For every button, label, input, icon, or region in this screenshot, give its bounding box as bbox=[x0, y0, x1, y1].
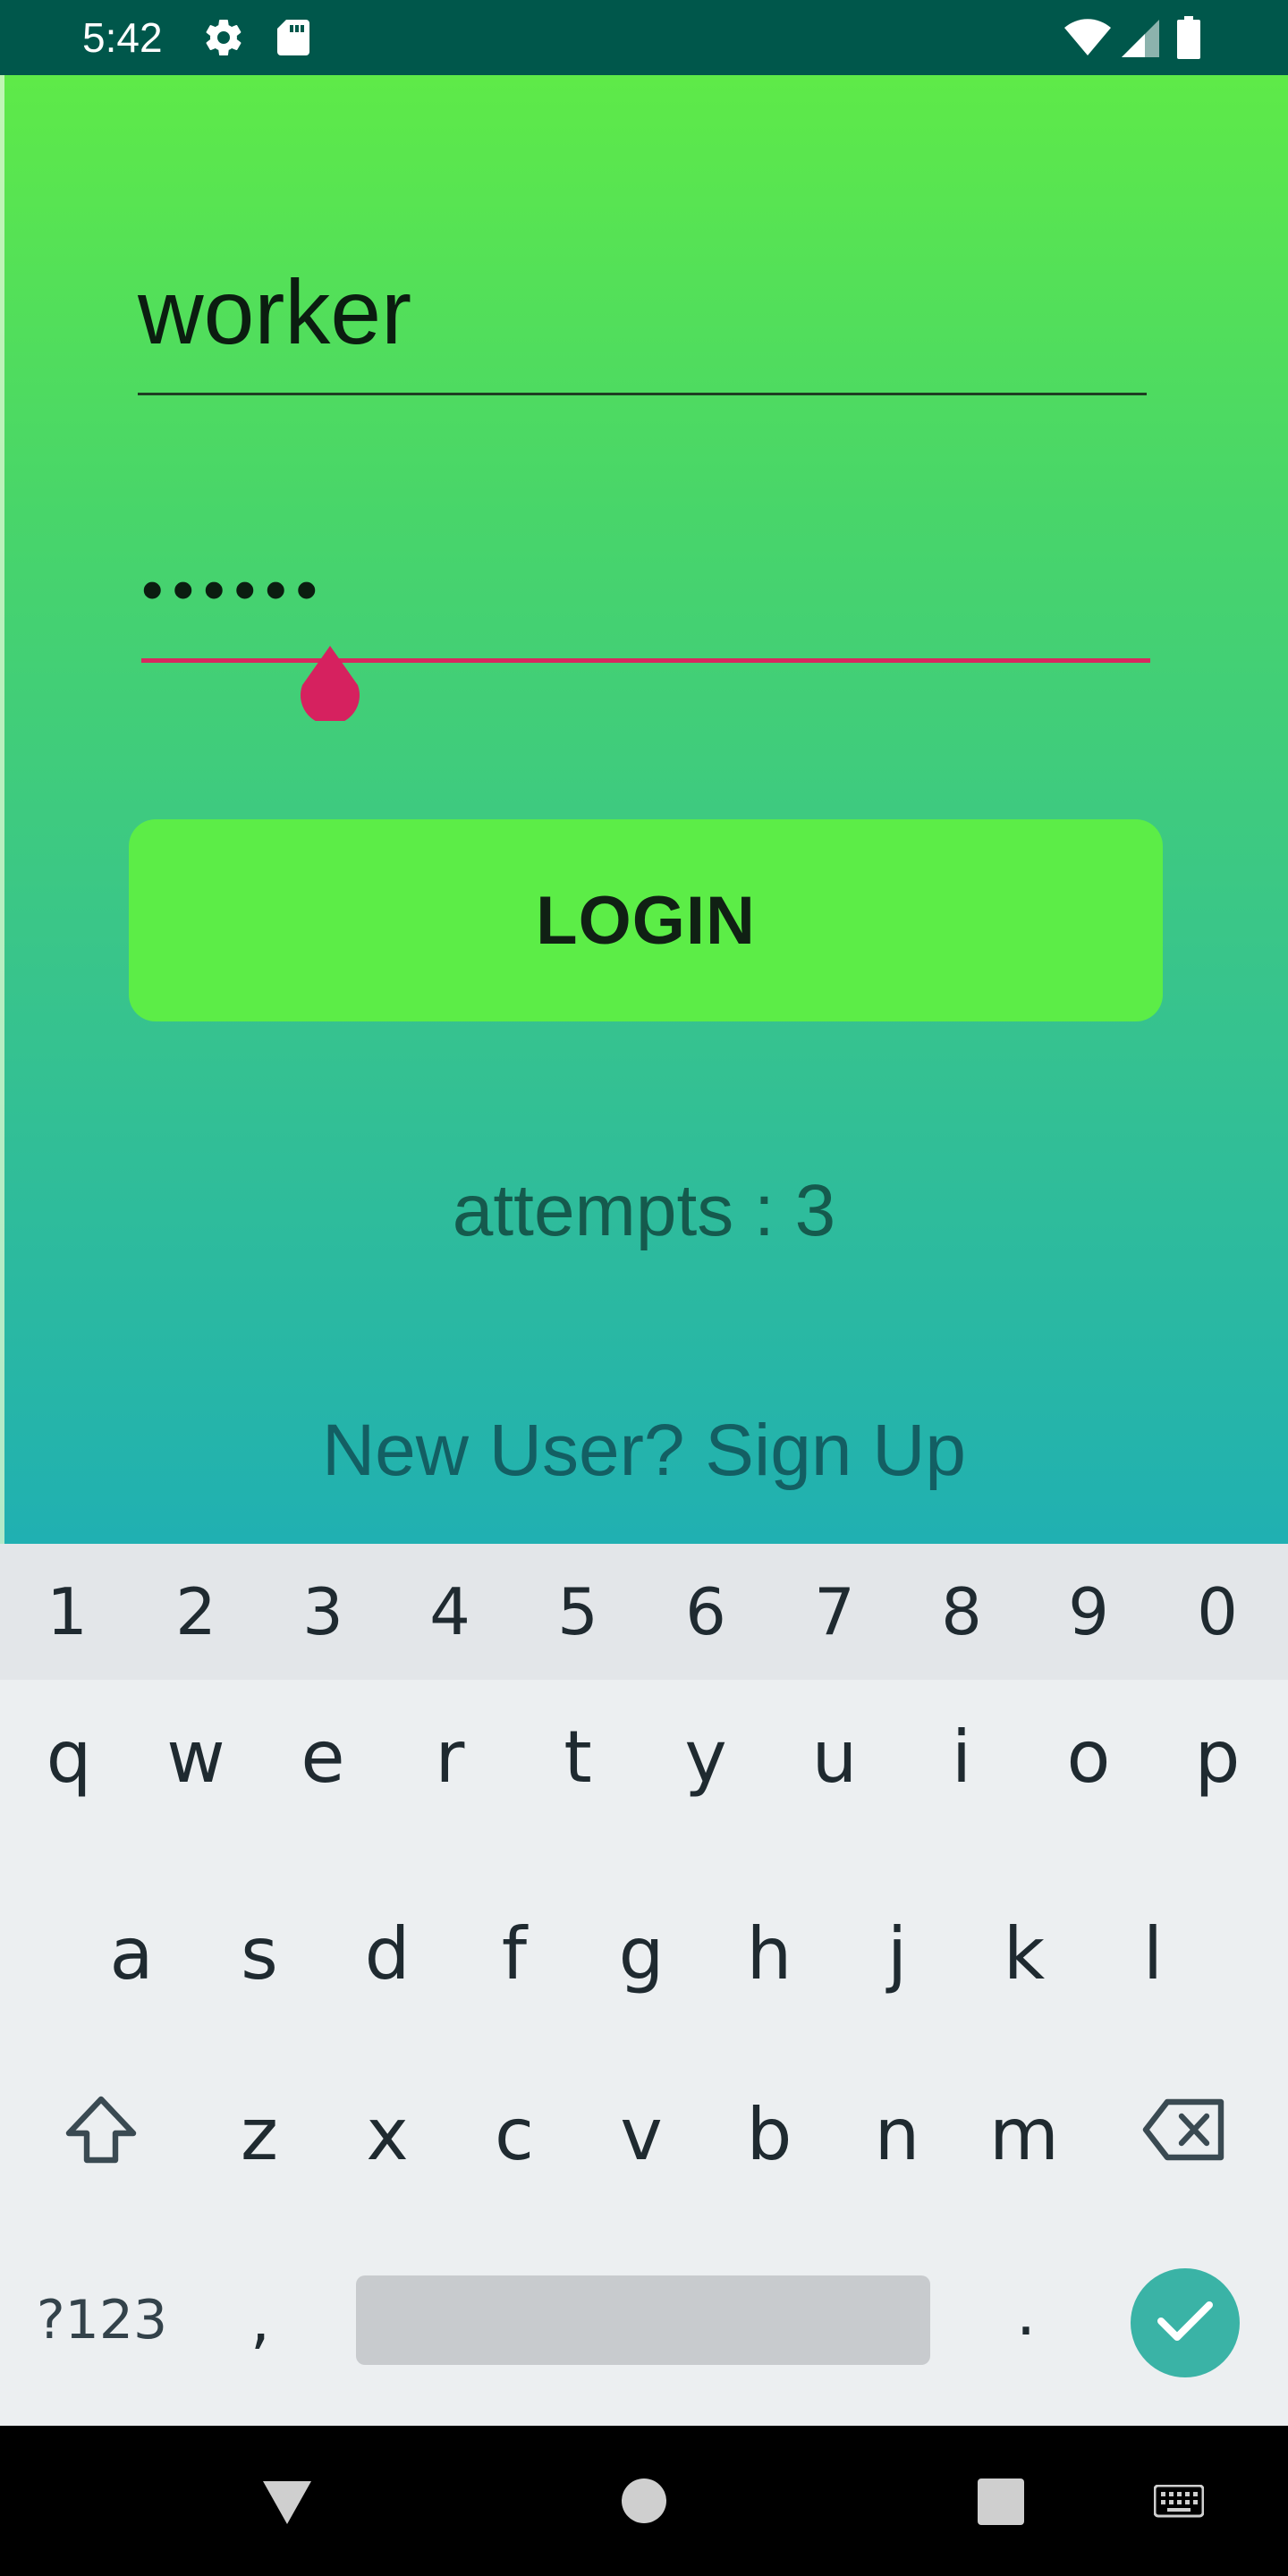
sd-card-icon bbox=[274, 16, 313, 64]
key-2[interactable]: 2 bbox=[132, 1544, 259, 1680]
key-p[interactable]: p bbox=[1154, 1667, 1281, 1846]
key-b[interactable]: b bbox=[706, 2045, 833, 2224]
wifi-icon bbox=[1063, 16, 1113, 64]
key-t[interactable]: t bbox=[514, 1667, 641, 1846]
key-e[interactable]: e bbox=[259, 1667, 386, 1846]
key-n[interactable]: n bbox=[834, 2045, 961, 2224]
password-underline bbox=[141, 658, 1150, 663]
shift-icon bbox=[64, 2094, 139, 2182]
battery-icon bbox=[1175, 16, 1202, 64]
key-k[interactable]: k bbox=[961, 1864, 1088, 2043]
back-icon[interactable] bbox=[261, 2479, 313, 2530]
key-s[interactable]: s bbox=[196, 1864, 323, 2043]
status-bar: 5:42 bbox=[0, 0, 1288, 75]
shift-key[interactable] bbox=[38, 2048, 165, 2227]
key-g[interactable]: g bbox=[578, 1864, 705, 2043]
attempts-counter: attempts : 3 bbox=[452, 1170, 836, 1251]
key-x[interactable]: x bbox=[324, 2045, 451, 2224]
letter-row-3: z x c v b n m bbox=[0, 2041, 1288, 2220]
key-h[interactable]: h bbox=[706, 1864, 833, 2043]
key-f[interactable]: f bbox=[451, 1864, 578, 2043]
done-key[interactable] bbox=[1131, 2268, 1240, 2377]
keyboard-icon[interactable] bbox=[1153, 2484, 1205, 2525]
key-v[interactable]: v bbox=[578, 2045, 705, 2224]
backspace-key[interactable] bbox=[1122, 2048, 1249, 2227]
backspace-icon bbox=[1142, 2097, 1228, 2180]
text-cursor-handle[interactable] bbox=[299, 646, 361, 725]
username-field[interactable]: worker bbox=[138, 227, 1147, 397]
key-r[interactable]: r bbox=[386, 1667, 513, 1846]
number-row: 1 2 3 4 5 6 7 8 9 0 bbox=[0, 1544, 1288, 1680]
username-underline bbox=[138, 393, 1147, 395]
navigation-bar bbox=[0, 2426, 1288, 2576]
signal-icon bbox=[1120, 16, 1161, 64]
letter-row-1: q w e r t y u i o p bbox=[0, 1680, 1288, 1859]
key-9[interactable]: 9 bbox=[1025, 1544, 1152, 1680]
login-screen: worker •••••• LOGIN attempts : 3 New Use… bbox=[0, 75, 1288, 1544]
window-edge bbox=[0, 75, 4, 1544]
key-w[interactable]: w bbox=[132, 1667, 259, 1846]
key-5[interactable]: 5 bbox=[514, 1544, 641, 1680]
key-z[interactable]: z bbox=[196, 2045, 323, 2224]
key-0[interactable]: 0 bbox=[1154, 1544, 1281, 1680]
key-q[interactable]: q bbox=[5, 1667, 132, 1846]
key-3[interactable]: 3 bbox=[259, 1544, 386, 1680]
key-o[interactable]: o bbox=[1025, 1667, 1152, 1846]
check-icon bbox=[1156, 2298, 1215, 2349]
letter-row-2: a s d f g h j k l bbox=[0, 1860, 1288, 2039]
recents-icon[interactable] bbox=[977, 2478, 1025, 2530]
key-4[interactable]: 4 bbox=[386, 1544, 513, 1680]
key-a[interactable]: a bbox=[68, 1864, 195, 2043]
key-8[interactable]: 8 bbox=[898, 1544, 1025, 1680]
key-j[interactable]: j bbox=[834, 1864, 961, 2043]
key-i[interactable]: i bbox=[898, 1667, 1025, 1846]
key-l[interactable]: l bbox=[1089, 1864, 1216, 2043]
key-c[interactable]: c bbox=[451, 2045, 578, 2224]
key-d[interactable]: d bbox=[324, 1864, 451, 2043]
key-m[interactable]: m bbox=[961, 2045, 1088, 2224]
period-key[interactable]: . bbox=[962, 2224, 1089, 2402]
settings-icon bbox=[202, 16, 245, 64]
comma-key[interactable]: , bbox=[197, 2231, 324, 2410]
password-value: •••••• bbox=[141, 555, 327, 624]
symbols-key[interactable]: ?123 bbox=[21, 2231, 182, 2410]
status-time: 5:42 bbox=[82, 14, 163, 61]
key-1[interactable]: 1 bbox=[4, 1544, 131, 1680]
key-u[interactable]: u bbox=[771, 1667, 898, 1846]
key-y[interactable]: y bbox=[642, 1667, 769, 1846]
key-6[interactable]: 6 bbox=[642, 1544, 769, 1680]
password-field[interactable]: •••••• bbox=[141, 513, 1150, 665]
home-icon[interactable] bbox=[621, 2478, 667, 2529]
login-button[interactable]: LOGIN bbox=[129, 819, 1163, 1021]
soft-keyboard: 1 2 3 4 5 6 7 8 9 0 q w e r t y u i o p … bbox=[0, 1544, 1288, 2426]
key-7[interactable]: 7 bbox=[771, 1544, 898, 1680]
username-value: worker bbox=[138, 261, 412, 363]
signup-link[interactable]: New User? Sign Up bbox=[0, 1406, 1288, 1496]
space-bar[interactable] bbox=[356, 2275, 930, 2365]
